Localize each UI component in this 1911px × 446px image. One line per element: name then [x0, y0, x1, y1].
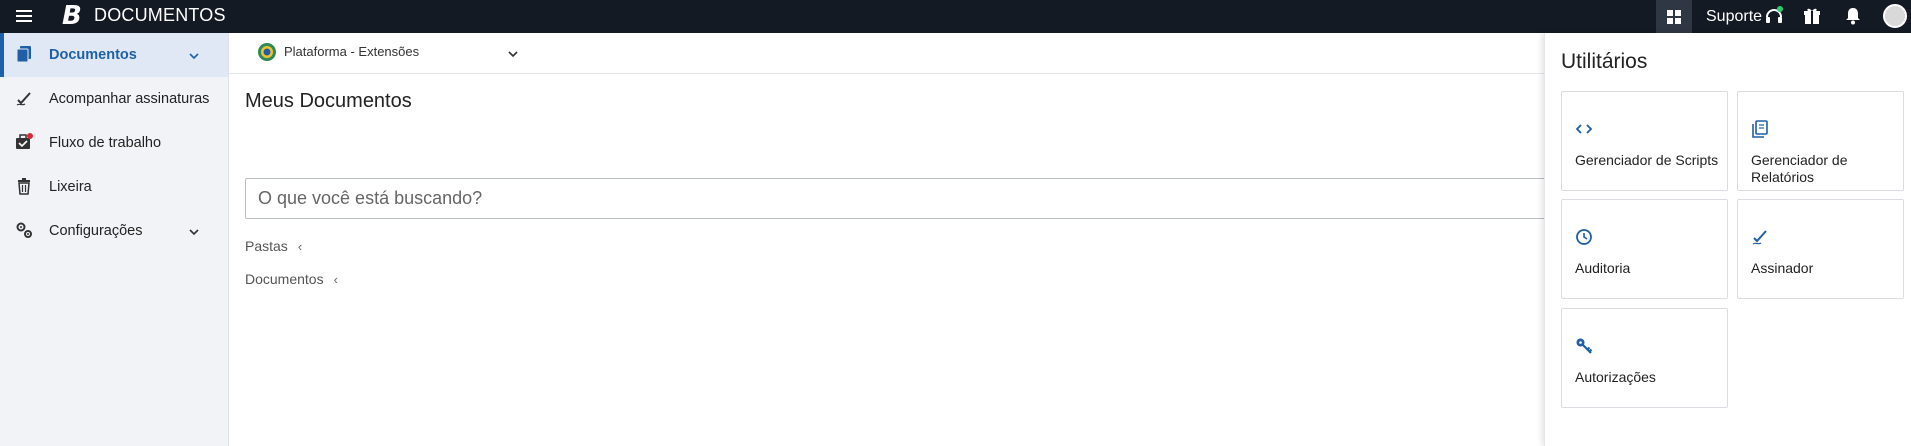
tile-label: Autorizações — [1575, 369, 1656, 385]
tile-assinador[interactable]: Assinador — [1737, 199, 1904, 299]
chevron-down-icon[interactable] — [188, 225, 200, 237]
avatar-icon[interactable] — [1883, 4, 1907, 28]
sidebar-item-acompanhar-assinaturas[interactable]: Acompanhar assinaturas — [0, 77, 228, 121]
tile-label: Gerenciador de Relatórios — [1751, 152, 1848, 185]
gears-icon — [15, 221, 33, 239]
tile-label: Gerenciador de Scripts — [1575, 152, 1719, 168]
hamburger-icon[interactable] — [14, 6, 34, 26]
app-logo[interactable]: B — [62, 2, 82, 30]
key-icon — [1575, 337, 1593, 355]
sidebar-item-lixeira[interactable]: Lixeira — [0, 165, 228, 209]
sidebar-item-configuracoes[interactable]: Configurações — [0, 209, 228, 253]
chevron-down-icon[interactable] — [507, 47, 519, 59]
tile-auditoria[interactable]: Auditoria — [1561, 199, 1728, 299]
trash-icon — [15, 177, 33, 195]
chevron-left-icon[interactable]: ‹ — [334, 272, 338, 287]
app-title: DOCUMENTOS — [94, 5, 226, 25]
grid-icon — [1667, 9, 1681, 24]
briefcase-check-icon — [15, 133, 33, 151]
divider — [229, 73, 1544, 74]
sidebar-item-label: Acompanhar assinaturas — [49, 91, 210, 107]
bell-icon[interactable] — [1843, 6, 1863, 26]
sidebar-item-label: Configurações — [49, 223, 143, 239]
section-label: Pastas — [245, 238, 288, 254]
signature-icon — [1751, 228, 1769, 246]
utilities-panel: Utilitários Gerenciador de Scripts Geren… — [1544, 33, 1911, 446]
search-input[interactable] — [246, 179, 1554, 218]
tile-gerenciador-de-relatorios[interactable]: Gerenciador de Relatórios — [1737, 91, 1904, 191]
panel-title: Utilitários — [1561, 50, 1648, 73]
apps-grid-button[interactable] — [1656, 0, 1692, 33]
sidebar-item-label: Documentos — [49, 47, 137, 63]
chevron-left-icon[interactable]: ‹ — [298, 239, 302, 254]
document-icon — [15, 45, 33, 63]
main-content: Plataforma - Extensões Meus Documentos P… — [229, 33, 1555, 446]
sidebar-item-label: Fluxo de trabalho — [49, 135, 162, 151]
tile-label: Assinador — [1751, 260, 1814, 276]
section-documentos-toggle[interactable]: Documentos ‹ — [245, 271, 338, 287]
section-label: Documentos — [245, 271, 324, 287]
chevron-down-icon[interactable] — [188, 49, 200, 61]
signature-icon — [15, 89, 33, 107]
gift-icon[interactable] — [1802, 6, 1822, 26]
section-pastas-toggle[interactable]: Pastas ‹ — [245, 238, 302, 254]
code-icon — [1575, 120, 1593, 138]
page-title: Meus Documentos — [245, 90, 412, 112]
headset-icon[interactable] — [1763, 5, 1785, 27]
sidebar-item-documentos[interactable]: Documentos — [0, 33, 228, 77]
report-icon — [1751, 120, 1769, 138]
tile-autorizacoes[interactable]: Autorizações — [1561, 308, 1728, 408]
search-box — [245, 178, 1555, 219]
sidebar: Documentos Acompanhar assinaturas Fluxo … — [0, 33, 229, 446]
sidebar-item-label: Lixeira — [49, 179, 92, 195]
tile-gerenciador-de-scripts[interactable]: Gerenciador de Scripts — [1561, 91, 1728, 191]
coat-of-arms-icon — [257, 42, 277, 62]
sidebar-item-fluxo-de-trabalho[interactable]: Fluxo de trabalho — [0, 121, 228, 165]
top-bar: B DOCUMENTOS Suporte — [0, 0, 1911, 33]
tile-label: Auditoria — [1575, 260, 1631, 276]
support-link[interactable]: Suporte — [1706, 7, 1762, 27]
platform-label: Plataforma - Extensões — [284, 44, 420, 59]
clock-icon — [1575, 228, 1593, 246]
